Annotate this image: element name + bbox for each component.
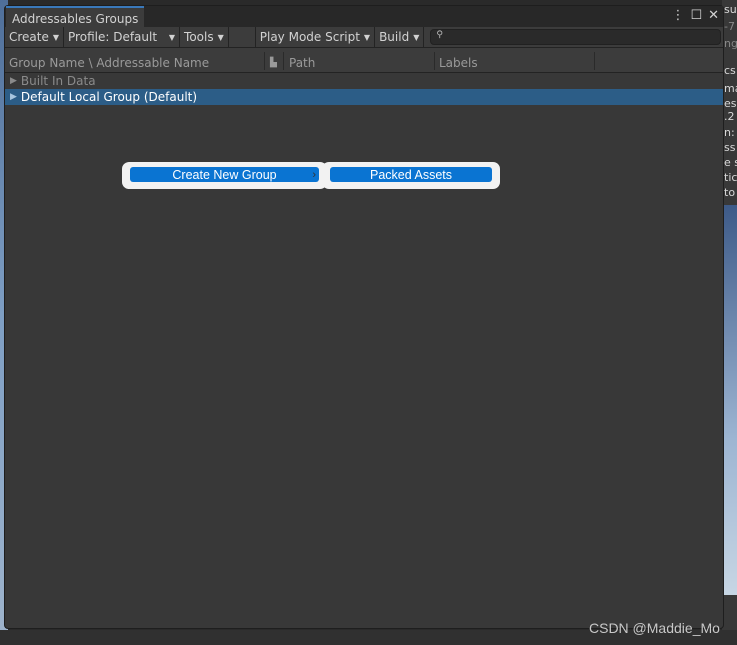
- profile-dropdown[interactable]: Profile: Default ▼: [64, 26, 181, 48]
- inspector-text: ss: [724, 141, 736, 154]
- more-options-icon[interactable]: ⋮: [671, 8, 684, 23]
- watermark: CSDN @Maddie_Mo: [589, 620, 720, 636]
- expand-arrow-icon[interactable]: ▶: [10, 92, 17, 102]
- menu-item-label: Packed Assets: [370, 167, 452, 182]
- dropdown-arrow-icon: ▼: [413, 32, 420, 42]
- chevron-right-icon: ›: [312, 168, 316, 181]
- create-label: Create: [9, 30, 49, 44]
- column-divider[interactable]: [594, 52, 595, 70]
- column-path[interactable]: Path: [289, 56, 315, 70]
- menu-item-label: Create New Group: [172, 167, 277, 182]
- dropdown-arrow-icon: ▼: [52, 32, 60, 42]
- build-dropdown[interactable]: Build ▼: [375, 26, 425, 48]
- tab-bar: Addressables Groups ⋮ ☐ ✕: [5, 6, 723, 27]
- inspector-text: tic: [724, 171, 737, 184]
- addressables-groups-window: Addressables Groups ⋮ ☐ ✕ Create ▼ Profil…: [4, 5, 724, 629]
- context-submenu: Packed Assets: [322, 162, 500, 189]
- scene-view-partial: [722, 205, 737, 595]
- column-group-name[interactable]: Group Name \ Addressable Name: [9, 56, 209, 70]
- inspector-text: ma: [724, 82, 737, 95]
- dropdown-arrow-icon: ▼: [217, 32, 224, 42]
- profile-label: Profile: Default: [68, 30, 158, 44]
- tab-addressables-groups[interactable]: Addressables Groups: [6, 6, 145, 27]
- asset-type-icon: ▙: [270, 58, 277, 68]
- inspector-text: cs: [724, 64, 736, 77]
- column-labels[interactable]: Labels: [439, 56, 478, 70]
- group-row-built-in-data[interactable]: ▶ Built In Data: [5, 73, 723, 89]
- toolbar: Create ▼ Profile: Default ▼ Tools ▼ Play Mo…: [5, 26, 723, 48]
- build-label: Build: [379, 30, 410, 44]
- group-label: Built In Data: [20, 74, 96, 88]
- column-divider[interactable]: [264, 52, 265, 70]
- group-label: Default Local Group (Default): [20, 90, 198, 104]
- tools-dropdown[interactable]: Tools ▼: [180, 26, 229, 48]
- group-row-default-local-group[interactable]: ▶ Default Local Group (Default): [5, 89, 723, 105]
- inspector-text: ng: [724, 37, 737, 50]
- inspector-text: n:: [724, 126, 735, 139]
- menu-item-packed-assets[interactable]: Packed Assets: [330, 167, 492, 182]
- inspector-text: e s: [724, 156, 737, 169]
- context-menu: Create New Group ›: [122, 162, 327, 189]
- toolbar-spacer: [229, 26, 256, 48]
- maximize-icon[interactable]: ☐: [690, 8, 702, 23]
- inspector-text: to: [724, 186, 736, 199]
- expand-arrow-icon[interactable]: ▶: [10, 76, 17, 86]
- column-divider[interactable]: [283, 52, 284, 70]
- inspector-text: es: [724, 97, 737, 110]
- column-header: Group Name \ Addressable Name ▙ Path Lab…: [5, 48, 723, 73]
- inspector-text: su: [724, 3, 737, 16]
- inspector-panel-partial: su -7 ng cs ma es .2 n: ss e s tic to: [722, 0, 737, 645]
- play-mode-script-dropdown[interactable]: Play Mode Script ▼: [256, 26, 376, 48]
- inspector-text: .2: [724, 110, 735, 123]
- create-dropdown[interactable]: Create ▼: [5, 26, 65, 48]
- play-mode-label: Play Mode Script: [259, 30, 360, 44]
- dropdown-arrow-icon: ▼: [168, 32, 176, 42]
- menu-item-create-new-group[interactable]: Create New Group ›: [130, 167, 319, 182]
- close-icon[interactable]: ✕: [708, 8, 719, 23]
- dropdown-arrow-icon: ▼: [363, 32, 371, 42]
- tools-label: Tools: [184, 30, 214, 44]
- inspector-text: -7: [724, 20, 735, 33]
- search-icon: ⚲: [436, 30, 443, 40]
- column-divider[interactable]: [434, 52, 435, 70]
- search-input[interactable]: ⚲: [430, 29, 721, 45]
